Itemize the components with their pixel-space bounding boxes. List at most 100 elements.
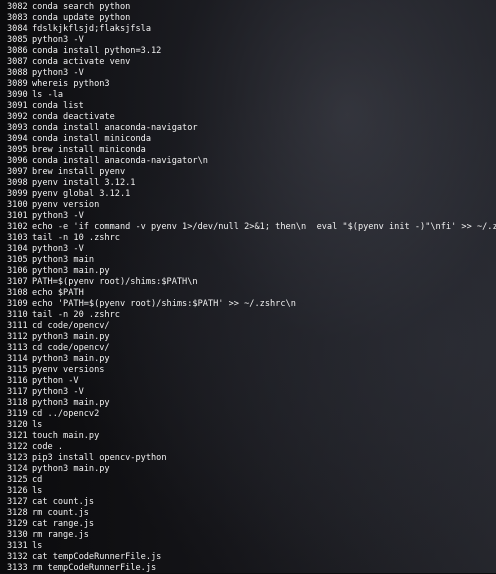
history-line[interactable]: 3111 cd code/opencv/ [7, 321, 496, 332]
history-line[interactable]: 3101 python3 -V [7, 211, 496, 222]
history-command: rm range.js [32, 530, 89, 540]
history-number: 3131 [7, 541, 28, 551]
history-number: 3084 [7, 24, 28, 34]
history-command: fdslkjkflsjd;flaksjfsla [32, 24, 151, 34]
history-line[interactable]: 3112 python3 main.py [7, 332, 496, 343]
history-number: 3127 [7, 497, 28, 507]
history-line[interactable]: 3123 pip3 install opencv-python [7, 453, 496, 464]
history-number: 3098 [7, 178, 28, 188]
history-command: ls [32, 541, 43, 551]
history-line[interactable]: 3121 touch main.py [7, 431, 496, 442]
history-number: 3103 [7, 233, 28, 243]
history-number: 3086 [7, 46, 28, 56]
history-line[interactable]: 3095 brew install miniconda [7, 145, 496, 156]
history-line[interactable]: 3102 echo -e 'if command -v pyenv 1>/dev/… [7, 222, 496, 233]
history-line[interactable]: 3122 code . [7, 442, 496, 453]
history-command: python3 main [32, 255, 95, 265]
history-number: 3106 [7, 266, 28, 276]
history-number: 3121 [7, 431, 28, 441]
history-number: 3120 [7, 420, 28, 430]
history-line[interactable]: 3132 cat tempCodeRunnerFile.js [7, 552, 496, 563]
history-line[interactable]: 3082 conda search python [7, 2, 496, 13]
history-line[interactable]: 3097 brew install pyenv [7, 167, 496, 178]
history-number: 3090 [7, 90, 28, 100]
history-line[interactable]: 3133 rm tempCodeRunnerFile.js [7, 563, 496, 574]
history-command: code . [32, 442, 64, 452]
history-command: brew install miniconda [32, 145, 146, 155]
history-line[interactable]: 3118 python3 main.py [7, 398, 496, 409]
history-number: 3112 [7, 332, 28, 342]
history-number: 3100 [7, 200, 28, 210]
history-line[interactable]: 3116 python -V [7, 376, 496, 387]
history-command: python3 -V [32, 244, 84, 254]
history-line[interactable]: 3125 cd [7, 475, 496, 486]
history-line[interactable]: 3117 python3 -V [7, 387, 496, 398]
history-line[interactable]: 3113 cd code/opencv/ [7, 343, 496, 354]
history-number: 3117 [7, 387, 28, 397]
history-command: python -V [32, 376, 79, 386]
history-line[interactable]: 3115 pyenv versions [7, 365, 496, 376]
history-number: 3083 [7, 13, 28, 23]
history-number: 3102 [7, 222, 28, 232]
terminal-history[interactable]: 3082 conda search python 3083 conda update … [0, 0, 496, 574]
history-line[interactable]: 3119 cd ../opencv2 [7, 409, 496, 420]
history-command: pip3 install opencv-python [32, 453, 167, 463]
history-line[interactable]: 3129 cat range.js [7, 519, 496, 530]
history-command: rm count.js [32, 508, 89, 518]
history-line[interactable]: 3087 conda activate venv [7, 57, 496, 68]
history-line[interactable]: 3090 ls -la [7, 90, 496, 101]
history-number: 3110 [7, 310, 28, 320]
history-line[interactable]: 3108 echo $PATH [7, 288, 496, 299]
history-line[interactable]: 3098 pyenv install 3.12.1 [7, 178, 496, 189]
history-line[interactable]: 3127 cat count.js [7, 497, 496, 508]
history-line[interactable]: 3103 tail -n 10 .zshrc [7, 233, 496, 244]
history-line[interactable]: 3109 echo 'PATH=$(pyenv root)/shims:$PATH… [7, 299, 496, 310]
history-line[interactable]: 3092 conda deactivate [7, 112, 496, 123]
history-line[interactable]: 3091 conda list [7, 101, 496, 112]
history-number: 3109 [7, 299, 28, 309]
history-line[interactable]: 3124 python3 main.py [7, 464, 496, 475]
history-number: 3099 [7, 189, 28, 199]
history-line[interactable]: 3107 PATH=$(pyenv root)/shims:$PATH\n [7, 277, 496, 288]
history-number: 3107 [7, 277, 28, 287]
history-command: conda install python=3.12 [32, 46, 162, 56]
history-command: PATH=$(pyenv root)/shims:$PATH\n [32, 277, 198, 287]
history-number: 3089 [7, 79, 28, 89]
history-command: tail -n 10 .zshrc [32, 233, 120, 243]
history-command: cd code/opencv/ [32, 343, 110, 353]
history-line[interactable]: 3099 pyenv global 3.12.1 [7, 189, 496, 200]
history-line[interactable]: 3094 conda install miniconda [7, 134, 496, 145]
history-command: echo $PATH [32, 288, 84, 298]
history-number: 3132 [7, 552, 28, 562]
history-line[interactable]: 3130 rm range.js [7, 530, 496, 541]
history-number: 3118 [7, 398, 28, 408]
history-line[interactable]: 3096 conda install anaconda-navigator\n [7, 156, 496, 167]
history-line[interactable]: 3106 python3 main.py [7, 266, 496, 277]
history-line[interactable]: 3093 conda install anaconda-navigator [7, 123, 496, 134]
history-line[interactable]: 3088 python3 -V [7, 68, 496, 79]
history-line[interactable]: 3120 ls [7, 420, 496, 431]
history-line[interactable]: 3131 ls [7, 541, 496, 552]
history-number: 3128 [7, 508, 28, 518]
history-number: 3095 [7, 145, 28, 155]
history-line[interactable]: 3114 python3 main.py [7, 354, 496, 365]
history-line[interactable]: 3100 pyenv version [7, 200, 496, 211]
history-command: conda activate venv [32, 57, 131, 67]
history-line[interactable]: 3084 fdslkjkflsjd;flaksjfsla [7, 24, 496, 35]
history-line[interactable]: 3105 python3 main [7, 255, 496, 266]
history-command: rm tempCodeRunnerFile.js [32, 563, 157, 573]
history-command: whereis python3 [32, 79, 110, 89]
history-line[interactable]: 3085 python3 -V [7, 35, 496, 46]
history-line[interactable]: 3086 conda install python=3.12 [7, 46, 496, 57]
history-number: 3105 [7, 255, 28, 265]
history-number: 3093 [7, 123, 28, 133]
history-command: pyenv global 3.12.1 [32, 189, 131, 199]
history-line[interactable]: 3126 ls [7, 486, 496, 497]
history-line[interactable]: 3083 conda update python [7, 13, 496, 24]
history-line[interactable]: 3104 python3 -V [7, 244, 496, 255]
history-line[interactable]: 3110 tail -n 20 .zshrc [7, 310, 496, 321]
history-line[interactable]: 3089 whereis python3 [7, 79, 496, 90]
history-command: python3 main.py [32, 266, 110, 276]
history-command: ls -la [32, 90, 64, 100]
history-line[interactable]: 3128 rm count.js [7, 508, 496, 519]
